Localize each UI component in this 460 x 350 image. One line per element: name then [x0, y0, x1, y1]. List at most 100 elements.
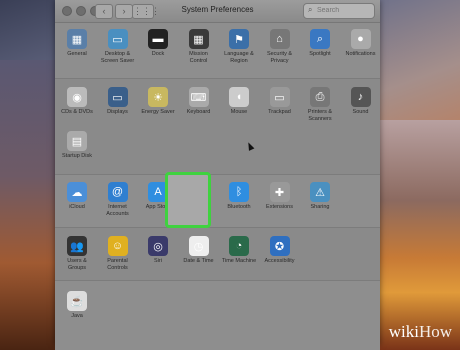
pref-label: Bluetooth: [227, 204, 251, 210]
pref-parental[interactable]: ☺ Parental Controls: [100, 236, 136, 271]
energy-icon: ☀: [148, 87, 168, 107]
spotlight-icon: ⌕: [310, 29, 330, 49]
title-bar: ‹ › ⋮⋮⋮ System Preferences ⌕: [55, 0, 380, 23]
pref-label: Siri: [154, 258, 162, 264]
pref-language[interactable]: ⚑ Language & Region: [221, 29, 257, 64]
pref-label: Parental Controls: [107, 258, 128, 271]
pref-spotlight[interactable]: ⌕ Spotlight: [302, 29, 338, 58]
pref-label: CDs & DVDs: [61, 109, 93, 115]
pref-label: Energy Saver: [141, 109, 175, 115]
pref-icloud[interactable]: ☁ iCloud: [59, 182, 95, 211]
pref-extensions[interactable]: ✚ Extensions: [262, 182, 298, 211]
mouse-icon: ◖: [229, 87, 249, 107]
section-personal: ▦ General ▭ Desktop & Screen Saver ▬ Dock ▦ Mis…: [55, 23, 380, 79]
security-icon: ⌂: [269, 29, 290, 49]
search-field[interactable]: ⌕: [303, 3, 375, 19]
pref-trackpad[interactable]: ▭ Trackpad: [262, 87, 298, 116]
search-input[interactable]: [317, 4, 371, 17]
pref-label: iCloud: [69, 204, 85, 210]
section-system: 👥 Users & Groups ☺ Parental Controls ◎ Siri ◷ D…: [55, 228, 380, 281]
pref-mission-control[interactable]: ▦ Mission Control: [181, 29, 217, 64]
pref-time-machine[interactable]: ◔ Time Machine: [221, 236, 257, 265]
internet-accounts-icon: @: [107, 182, 128, 202]
trackpad-icon: ▭: [269, 87, 290, 107]
pref-sharing[interactable]: ⚠ Sharing: [302, 182, 338, 211]
pref-label: Internet Accounts: [106, 204, 129, 217]
section-internet: ☁iCloud@Internet AccountsAApp Store◍Netw…: [55, 175, 380, 228]
startup-disk-icon: ▤: [67, 131, 87, 151]
pref-displays[interactable]: ▭ Displays: [100, 87, 136, 116]
parental-icon: ☺: [107, 236, 128, 256]
icloud-icon: ☁: [67, 182, 87, 202]
pref-label: General: [67, 51, 87, 57]
pref-bluetooth[interactable]: ᛒ Bluetooth: [221, 182, 257, 211]
cd-icon: ◉: [67, 87, 87, 107]
pref-label: Notifications: [345, 51, 376, 57]
pref-notifications[interactable]: ● Notifications: [343, 29, 379, 58]
pref-desktop[interactable]: ▭ Desktop & Screen Saver: [100, 29, 136, 64]
accessibility-icon: ✪: [269, 236, 290, 256]
pref-label: Trackpad: [268, 109, 291, 115]
sound-icon: ♪: [350, 87, 371, 107]
wikihow-watermark: wikiHow: [388, 322, 452, 341]
java-icon: ☕: [67, 291, 87, 311]
pref-internet-accounts[interactable]: @ Internet Accounts: [100, 182, 136, 217]
pref-label: Sound: [352, 109, 369, 115]
general-icon: ▦: [67, 29, 87, 49]
pref-java[interactable]: ☕ Java: [59, 291, 95, 320]
pref-label: Spotlight: [309, 51, 331, 57]
desktop-icon: ▭: [107, 29, 128, 49]
pref-label: Time Machine: [221, 258, 257, 264]
pref-label: Language & Region: [224, 51, 254, 64]
pref-label: Keyboard: [186, 109, 211, 115]
date-time-icon: ◷: [188, 236, 209, 256]
time-machine-icon: ◔: [229, 236, 249, 256]
pref-label: Date & Time: [183, 258, 214, 264]
pref-label: Extensions: [266, 204, 293, 210]
pref-accessibility[interactable]: ✪ Accessibility: [262, 236, 298, 265]
system-preferences-window: ‹ › ⋮⋮⋮ System Preferences ⌕ ▦ General ▭ De…: [55, 0, 380, 350]
pref-keyboard[interactable]: ⌨ Keyboard: [181, 87, 217, 116]
printer-icon: ⎙: [310, 87, 330, 107]
pref-siri[interactable]: ◎ Siri: [140, 236, 176, 265]
keyboard-icon: ⌨: [188, 87, 209, 107]
pref-energy[interactable]: ☀ Energy Saver: [140, 87, 176, 116]
pref-label: Dock: [151, 51, 165, 57]
notifications-icon: ●: [350, 29, 371, 49]
pref-label: Startup Disk: [62, 153, 92, 159]
pref-label: Users & Groups: [67, 258, 87, 271]
pref-date-time[interactable]: ◷ Date & Time: [181, 236, 217, 265]
pref-printer[interactable]: ⎙ Printers & Scanners: [302, 87, 338, 122]
pref-users[interactable]: 👥 Users & Groups: [59, 236, 95, 271]
pref-dock[interactable]: ▬ Dock: [140, 29, 176, 58]
desktop-background-left: [0, 60, 60, 350]
pref-label: Displays: [107, 109, 128, 115]
pref-label: Sharing: [310, 204, 330, 210]
pref-label: Security & Privacy: [266, 51, 293, 64]
pref-label: Mission Control: [189, 51, 208, 64]
pref-label: Accessibility: [264, 258, 295, 264]
siri-icon: ◎: [148, 236, 168, 256]
pref-cd[interactable]: ◉ CDs & DVDs: [59, 87, 95, 116]
pref-startup-disk[interactable]: ▤ Startup Disk: [59, 131, 95, 160]
pref-mouse[interactable]: ◖ Mouse: [221, 87, 257, 116]
section-other: ☕ Java: [55, 281, 380, 350]
search-icon: ⌕: [308, 5, 313, 14]
dock-icon: ▬: [148, 29, 168, 49]
pref-label: Mouse: [230, 109, 248, 115]
bluetooth-icon: ᛒ: [229, 182, 249, 202]
mission-control-icon: ▦: [188, 29, 209, 49]
pref-security[interactable]: ⌂ Security & Privacy: [262, 29, 298, 64]
section-hardware: ◉ CDs & DVDs ▭ Displays ☀ Energy Saver ⌨ Keyboa…: [55, 79, 380, 175]
bluetooth-highlight: [165, 172, 211, 228]
pref-label: Desktop & Screen Saver: [100, 51, 135, 64]
extensions-icon: ✚: [269, 182, 290, 202]
sharing-icon: ⚠: [310, 182, 330, 202]
users-icon: 👥: [67, 236, 87, 256]
pref-sound[interactable]: ♪ Sound: [343, 87, 379, 116]
displays-icon: ▭: [107, 87, 128, 107]
pref-label: Java: [71, 313, 83, 319]
language-icon: ⚑: [229, 29, 249, 49]
pref-general[interactable]: ▦ General: [59, 29, 95, 58]
pref-label: Printers & Scanners: [307, 109, 333, 122]
